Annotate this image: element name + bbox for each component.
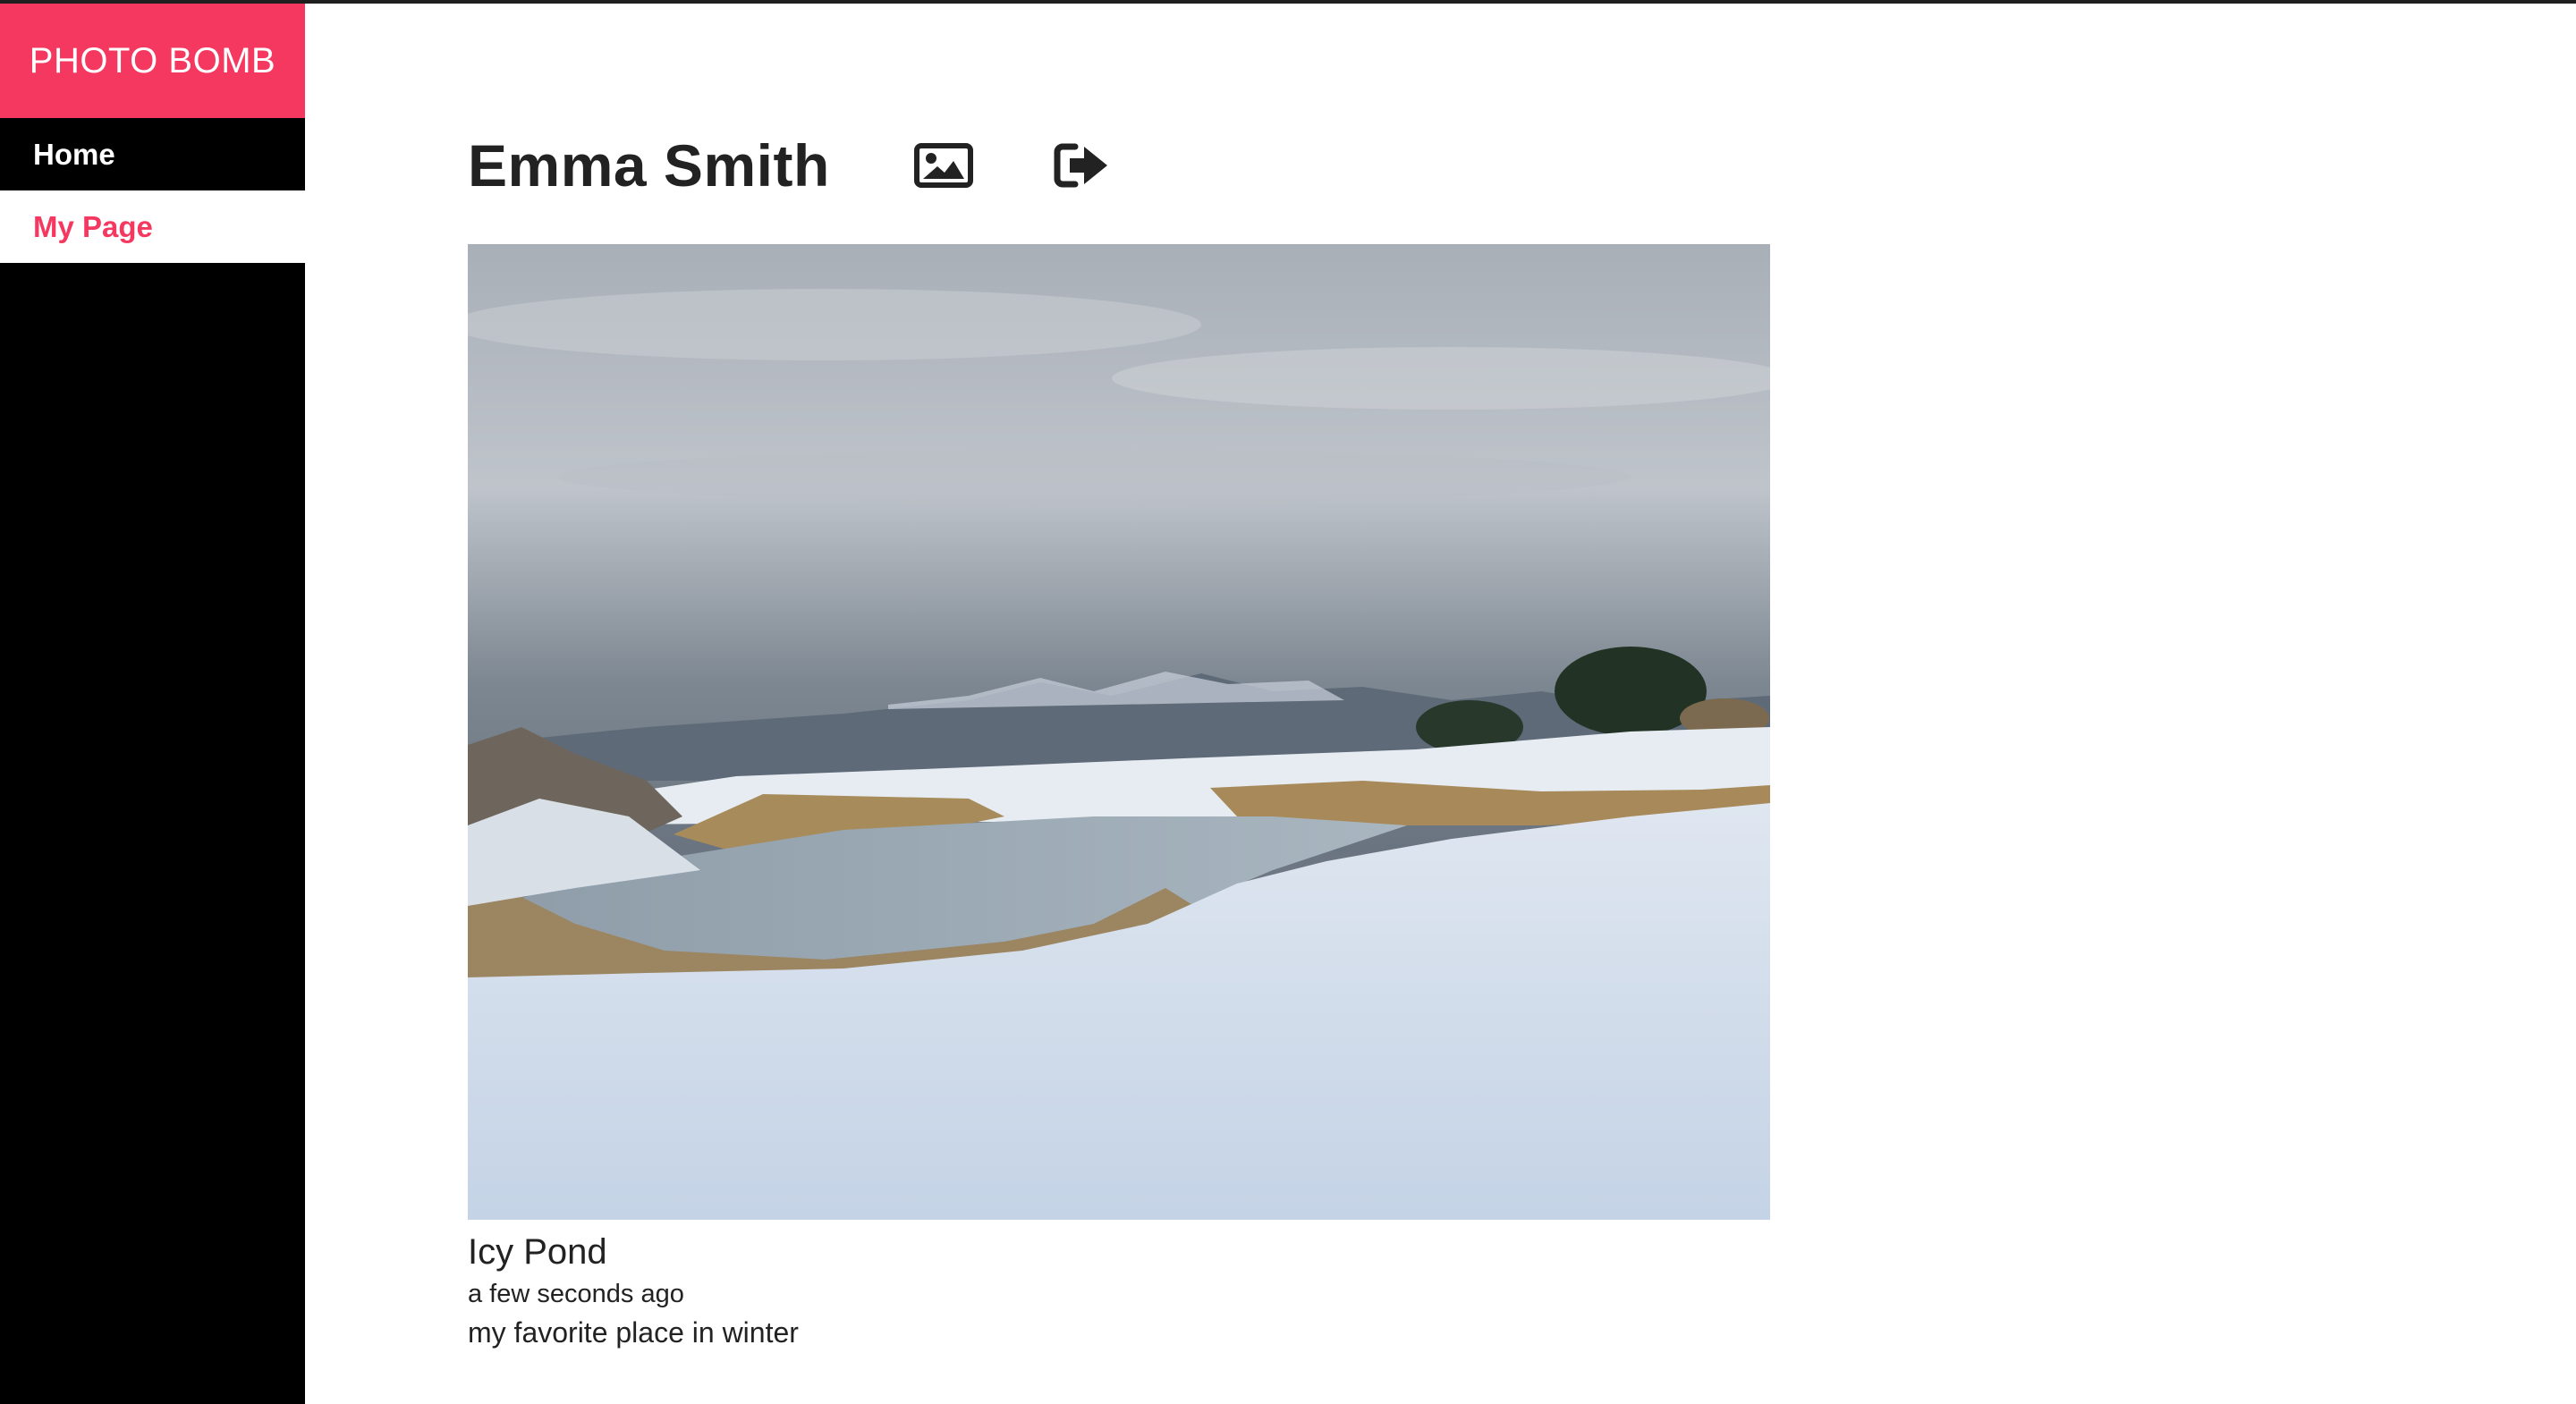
sidebar-item-home[interactable]: Home — [0, 118, 305, 190]
post-timestamp: a few seconds ago — [468, 1280, 684, 1308]
sidebar-item-label: My Page — [33, 209, 153, 243]
sidebar: PHOTO BOMB Home My Page — [0, 4, 305, 1404]
sign-out-icon[interactable] — [1050, 139, 1113, 192]
post-title: Icy Pond — [468, 1232, 607, 1272]
sidebar-item-label: Home — [33, 137, 115, 171]
post-photo[interactable] — [468, 244, 1770, 1220]
user-name: Emma Smith — [468, 132, 830, 199]
photo-post: Icy Pond a few seconds ago my favorite p… — [468, 244, 1770, 1349]
sidebar-item-my-page[interactable]: My Page — [0, 190, 305, 263]
sidebar-nav: Home My Page — [0, 118, 305, 263]
post-description: my favorite place in winter — [468, 1316, 799, 1349]
brand-logo[interactable]: PHOTO BOMB — [0, 4, 305, 118]
profile-header: Emma Smith — [468, 125, 1113, 206]
image-gallery-icon[interactable] — [912, 139, 975, 192]
main-content: Emma Smith Icy Pond a few seconds ago my… — [305, 4, 2576, 1404]
